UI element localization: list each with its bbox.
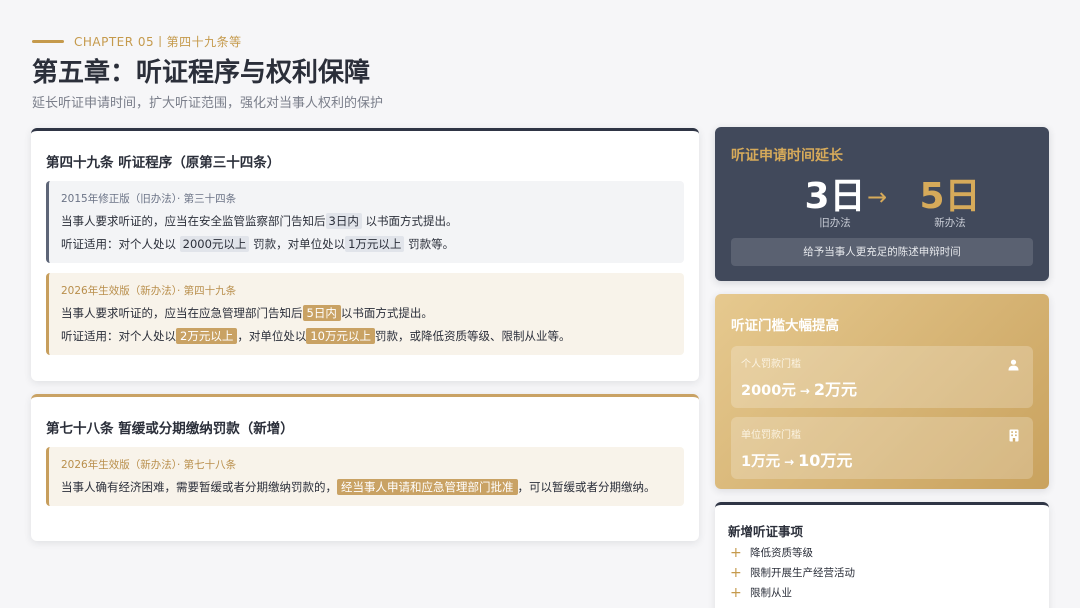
hearing-time-card: 听证申请时间延长 3日 → 5日 旧办法 新办法 给予当事人更充足的陈述申辩时间 xyxy=(715,127,1049,281)
article-78-block: 2026年生效版（新办法）· 第七十八条 当事人确有经济困难，需要暂缓或者分期缴… xyxy=(46,447,684,506)
time-card-note: 给予当事人更充足的陈述申辩时间 xyxy=(731,238,1033,266)
article-78-title: 第七十八条 暂缓或分期缴纳罚款（新增） xyxy=(46,421,294,437)
old-days-caption: 旧办法 xyxy=(819,217,851,229)
new-items-title: 新增听证事项 xyxy=(728,524,804,539)
list-item: + 限制从业 xyxy=(730,585,792,601)
threshold-value: 2000元 → 2万元 xyxy=(741,380,858,399)
new-version-block: 2026年生效版（新办法）· 第四十九条 当事人要求听证的，应当在应急管理部门告… xyxy=(46,273,684,355)
article-49-title: 第四十九条 听证程序（原第三十四条） xyxy=(46,155,281,171)
arrow-right-icon: → xyxy=(867,183,888,211)
plus-icon: + xyxy=(730,545,742,561)
new-days-caption: 新办法 xyxy=(934,217,966,229)
old-deadline-highlight: 3日内 xyxy=(325,213,362,229)
threshold-item-entity: 单位罚款门槛 1万元 → 10万元 xyxy=(731,417,1033,479)
article-78-label: 2026年生效版（新办法）· 第七十八条 xyxy=(61,459,237,471)
new-individual-threshold: 2万元以上 xyxy=(176,328,238,344)
arrow-right-icon: → xyxy=(784,455,795,469)
old-days-value: 3日 xyxy=(804,176,866,217)
page-title: 第五章：听证程序与权利保障 xyxy=(32,58,371,88)
page-subtitle: 延长听证申请时间，扩大听证范围，强化对当事人权利的保护 xyxy=(32,96,384,111)
plus-icon: + xyxy=(730,585,742,601)
threshold-card: 听证门槛大幅提高 个人罚款门槛 2000元 → 2万元 单位罚款门槛 1万元 → 10万… xyxy=(715,294,1049,489)
chapter-eyebrow: CHAPTER 05丨第四十九条等 xyxy=(32,32,1048,50)
user-icon xyxy=(1008,356,1019,375)
old-individual-threshold: 2000元以上 xyxy=(179,236,250,252)
list-item: + 降低资质等级 xyxy=(730,545,813,561)
article-78-text: 当事人确有经济困难，需要暂缓或者分期缴纳罚款的， 经当事人申请和应急管理部门批准，… xyxy=(61,479,656,495)
chapter-label: CHAPTER 05丨第四十九条等 xyxy=(74,34,242,49)
old-version-line-2: 听证适用：对个人处以 2000元以上 罚款，对单位处以 1万元以上 罚款等。 xyxy=(61,236,455,252)
new-days-value: 5日 xyxy=(919,176,981,217)
eyebrow-accent-line xyxy=(32,39,64,43)
threshold-card-title: 听证门槛大幅提高 xyxy=(731,318,839,334)
page-header: CHAPTER 05丨第四十九条等 第五章：听证程序与权利保障 延长听证申请时间… xyxy=(32,32,1048,114)
old-version-line-1: 当事人要求听证的，应当在安全监管监察部门告知后 3日内 以书面方式提出。 xyxy=(61,213,458,229)
article-78-highlight: 经当事人申请和应急管理部门批准 xyxy=(337,479,518,495)
time-card-title: 听证申请时间延长 xyxy=(731,148,843,164)
old-version-label: 2015年修正版（旧办法）· 第三十四条 xyxy=(61,193,237,205)
old-entity-threshold: 1万元以上 xyxy=(345,236,405,252)
building-icon xyxy=(1009,427,1019,446)
arrow-right-icon: → xyxy=(799,384,810,398)
article-49-card: 第四十九条 听证程序（原第三十四条） 2015年修正版（旧办法）· 第三十四条 … xyxy=(31,128,699,381)
threshold-value: 1万元 → 10万元 xyxy=(741,451,853,470)
new-version-label: 2026年生效版（新办法）· 第四十九条 xyxy=(61,285,237,297)
threshold-label: 单位罚款门槛 xyxy=(741,430,801,441)
new-deadline-highlight: 5日内 xyxy=(302,305,341,321)
new-version-line-1: 当事人要求听证的，应当在应急管理部门告知后 5日内 以书面方式提出。 xyxy=(61,305,433,321)
new-hearing-items-card: 新增听证事项 + 降低资质等级 + 限制开展生产经营活动 + 限制从业 xyxy=(715,502,1049,608)
article-78-card: 第七十八条 暂缓或分期缴纳罚款（新增） 2026年生效版（新办法）· 第七十八条… xyxy=(31,394,699,541)
new-version-line-2: 听证适用：对个人处以 2万元以上 ，对单位处以 10万元以上 罚款，或降低资质等级、限制… xyxy=(61,328,571,344)
new-entity-threshold: 10万元以上 xyxy=(306,328,375,344)
threshold-label: 个人罚款门槛 xyxy=(741,359,801,370)
time-comparison: 3日 → 5日 旧办法 新办法 xyxy=(715,167,1049,229)
old-version-block: 2015年修正版（旧办法）· 第三十四条 当事人要求听证的，应当在安全监管监察部… xyxy=(46,181,684,263)
threshold-item-individual: 个人罚款门槛 2000元 → 2万元 xyxy=(731,346,1033,408)
plus-icon: + xyxy=(730,565,742,581)
list-item: + 限制开展生产经营活动 xyxy=(730,565,855,581)
